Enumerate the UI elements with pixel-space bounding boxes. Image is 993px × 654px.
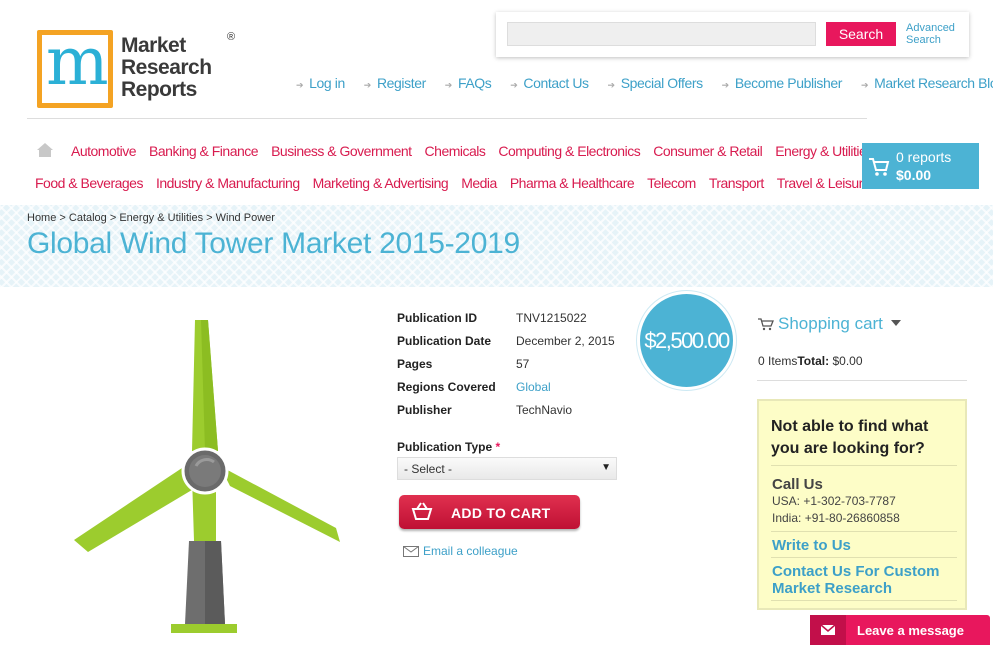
category-media[interactable]: Media [461, 175, 497, 191]
cart-icon [869, 158, 890, 176]
publication-date-label: Publication Date [397, 334, 492, 348]
search-panel: Search Advanced Search [496, 12, 969, 57]
leave-message-button[interactable]: Leave a message [810, 615, 990, 645]
site-logo[interactable]: m Market Research Reports ® [37, 29, 235, 109]
cart-amount: $0.00 [896, 167, 932, 183]
custom-research-link[interactable]: Contact Us For Custom Market Research [772, 563, 962, 597]
nav-contact[interactable]: ➔ Contact Us [510, 75, 589, 91]
registered-mark: ® [227, 31, 236, 43]
pages-label: Pages [397, 357, 433, 371]
category-energy-utilities[interactable]: Energy & Utilities [775, 143, 873, 159]
search-button[interactable]: Search [826, 22, 896, 46]
arrow-icon: ➔ [296, 80, 304, 90]
header-cart-button[interactable]: 0 reports $0.00 [862, 143, 979, 189]
category-automotive[interactable]: Automotive [71, 143, 137, 159]
add-to-cart-button[interactable]: ADD TO CART [399, 495, 580, 529]
regions-link[interactable]: Global [516, 380, 551, 394]
search-input[interactable] [507, 22, 816, 46]
envelope-icon [403, 546, 419, 558]
nav-become-publisher[interactable]: ➔ Become Publisher [721, 75, 843, 91]
help-box: Not able to find what you are looking fo… [757, 399, 967, 610]
category-transport[interactable]: Transport [709, 175, 764, 191]
wind-turbine-image [74, 320, 340, 633]
category-telecom[interactable]: Telecom [647, 175, 696, 191]
publication-type-select[interactable]: - Select - ▼ [397, 457, 617, 480]
divider [27, 118, 867, 119]
category-pharma-healthcare[interactable]: Pharma & Healthcare [510, 175, 635, 191]
publisher-label: Publisher [397, 403, 452, 417]
category-computing-electronics[interactable]: Computing & Electronics [498, 143, 640, 159]
home-icon[interactable] [36, 142, 54, 158]
nav-special-offers[interactable]: ➔ Special Offers [607, 75, 704, 91]
divider [771, 531, 957, 532]
category-business-government[interactable]: Business & Government [271, 143, 412, 159]
nav-login[interactable]: ➔ Log in [296, 75, 345, 91]
arrow-icon: ➔ [444, 80, 453, 90]
breadcrumb[interactable]: Home > Catalog > Energy & Utilities > Wi… [27, 212, 275, 224]
publication-type-label: Publication Type * [397, 440, 501, 454]
publication-id: TNV1215022 [516, 311, 587, 325]
advanced-search-link[interactable]: Advanced Search [906, 22, 955, 46]
cart-report-count: 0 reports [896, 149, 952, 165]
arrow-icon: ➔ [721, 80, 730, 90]
pages-value: 57 [516, 357, 530, 371]
shopping-cart-heading[interactable]: Shopping cart [758, 314, 901, 334]
divider [771, 600, 957, 601]
basket-icon [411, 502, 433, 520]
divider [771, 557, 957, 558]
phone-usa: USA: +1-302-703-7787 [772, 494, 896, 508]
category-food-beverages[interactable]: Food & Beverages [35, 175, 143, 191]
chevron-down-icon [890, 320, 901, 326]
arrow-icon: ➔ [510, 80, 518, 90]
top-nav: ➔ Log in ➔ Register ➔ FAQs ➔ Contact Us ➔ Spe… [296, 75, 993, 91]
page-title: Global Wind Tower Market 2015-2019 [27, 227, 520, 260]
mail-icon [810, 615, 846, 645]
email-colleague-link[interactable]: Email a colleague [403, 544, 518, 558]
category-industry-manufacturing[interactable]: Industry & Manufacturing [156, 175, 300, 191]
shopping-cart-summary: 0 ItemsTotal: $0.00 [758, 354, 863, 368]
call-us-heading: Call Us [772, 476, 823, 493]
logo-text: Market Research Reports [121, 34, 212, 101]
publication-date: December 2, 2015 [516, 334, 615, 348]
divider [757, 380, 967, 381]
category-banking-finance[interactable]: Banking & Finance [149, 143, 259, 159]
nav-faqs[interactable]: ➔ FAQs [445, 75, 492, 91]
regions-label: Regions Covered [397, 380, 496, 394]
category-nav-row1: Automotive Banking & Finance Business & Go… [71, 143, 886, 159]
publication-id-label: Publication ID [397, 311, 478, 325]
category-nav-row2: Food & Beverages Industry & Manufacturing… [35, 175, 883, 191]
arrow-icon: ➔ [860, 80, 869, 90]
help-question: Not able to find what you are looking fo… [771, 418, 929, 457]
arrow-icon: ➔ [607, 80, 616, 90]
write-to-us-link[interactable]: Write to Us [772, 537, 962, 554]
divider [771, 465, 957, 466]
category-consumer-retail[interactable]: Consumer & Retail [653, 143, 763, 159]
logo-mark: m [37, 29, 113, 108]
category-marketing-advertising[interactable]: Marketing & Advertising [313, 175, 449, 191]
category-chemicals[interactable]: Chemicals [425, 143, 486, 159]
category-travel-leisure[interactable]: Travel & Leisure [777, 175, 871, 191]
phone-india: India: +91-80-26860858 [772, 511, 900, 525]
price-badge: $2,500.00 [637, 291, 736, 390]
publisher-value: TechNavio [516, 403, 573, 417]
cart-icon [758, 318, 774, 331]
nav-blog[interactable]: ➔ Market Research Blog [861, 75, 993, 91]
dropdown-caret-icon: ▼ [601, 462, 611, 473]
nav-register[interactable]: ➔ Register [364, 75, 426, 91]
arrow-icon: ➔ [363, 80, 372, 90]
